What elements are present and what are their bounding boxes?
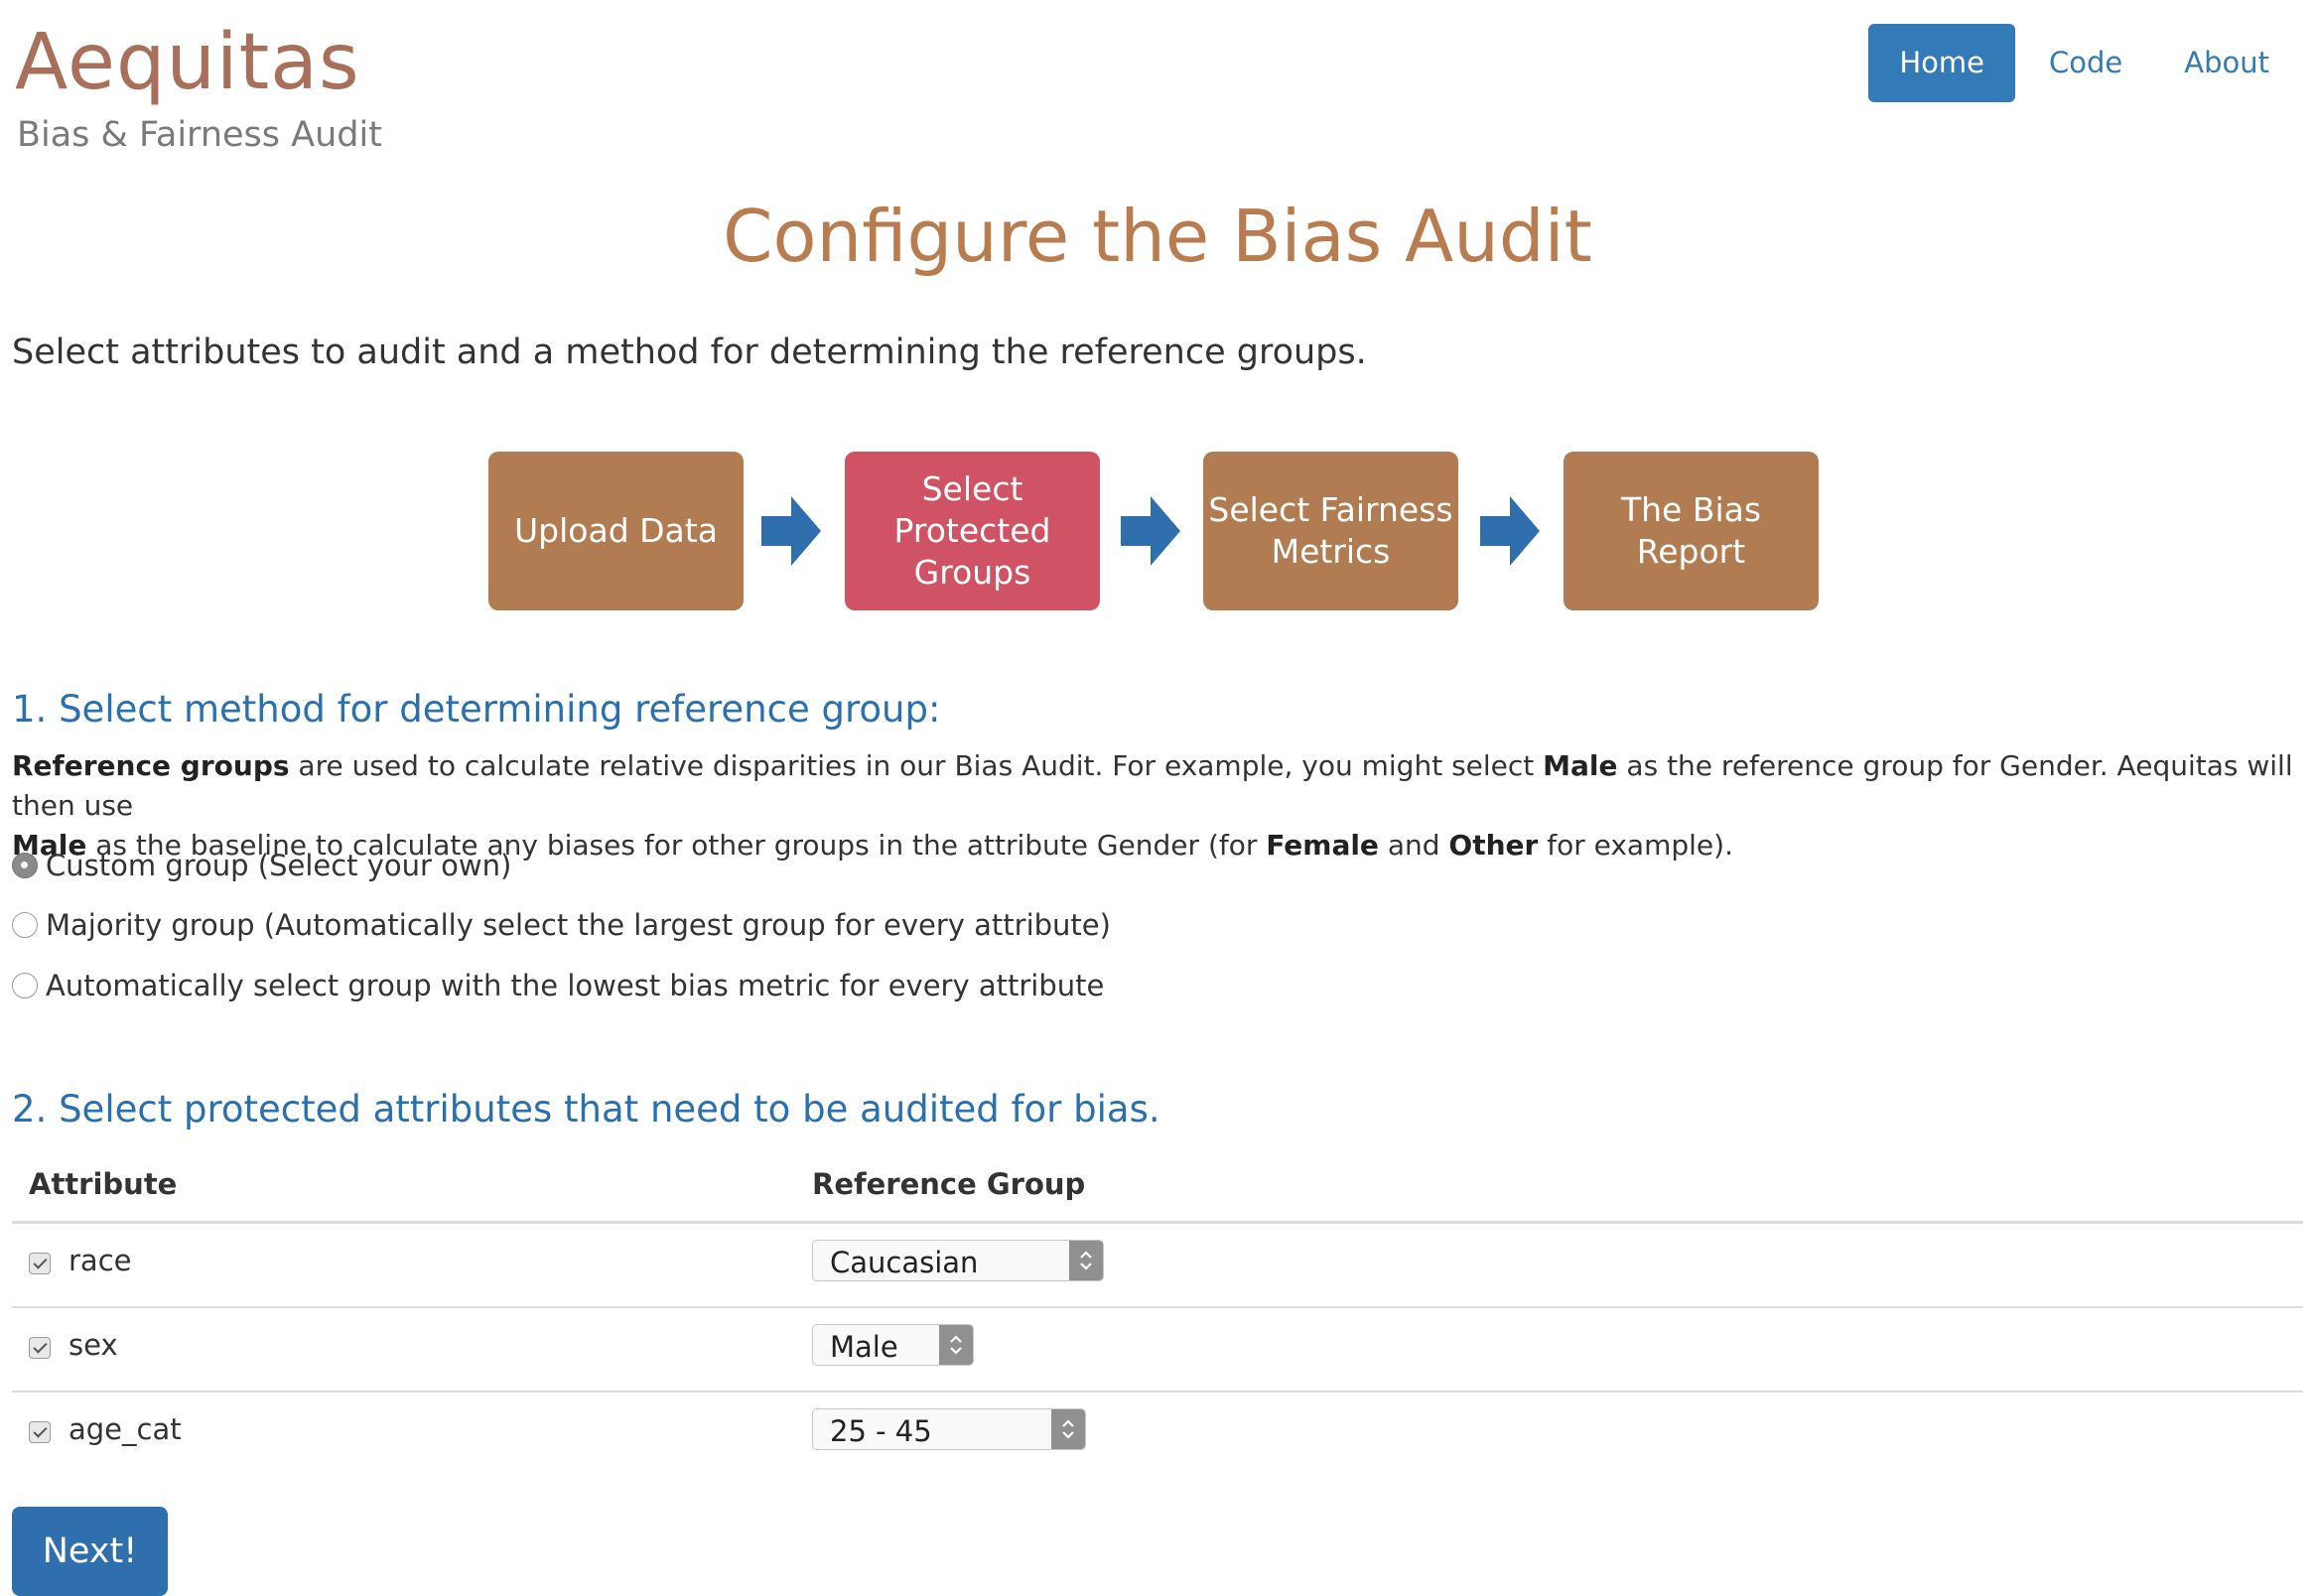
radio-label: Custom group (Select your own) [46,849,512,882]
radio-label: Automatically select group with the lowe… [46,969,1105,1002]
radio-button[interactable] [12,973,38,998]
logo-title: Aequitas [15,18,360,107]
nav-home-button[interactable]: Home [1868,24,2015,102]
reference-group-description: Reference groups are used to calculate r… [12,746,2295,865]
select-value: 25 - 45 [830,1414,932,1448]
arrow-right-icon [1480,496,1540,566]
reference-group-select-sex[interactable]: Male [812,1324,974,1366]
attribute-checkbox-age-cat[interactable] [29,1421,51,1443]
radio-majority-group[interactable]: Majority group (Automatically select the… [12,908,1111,942]
table-row: sex Male [12,1308,2303,1393]
select-value: Male [830,1330,898,1364]
section2-heading: 2. Select protected attributes that need… [12,1088,1160,1130]
desc-bold: Other [1448,829,1539,862]
attribute-checkbox-sex[interactable] [29,1337,51,1359]
radio-lowest-bias-group[interactable]: Automatically select group with the lowe… [12,969,1104,1002]
step-upload-data[interactable]: Upload Data [488,452,744,610]
desc-bold: Male [1543,749,1618,782]
reference-group-select-age-cat[interactable]: 25 - 45 [812,1408,1086,1450]
radio-button[interactable] [12,912,38,938]
step-select-fairness-metrics[interactable]: Select Fairness Metrics [1203,452,1458,610]
select-value: Caucasian [830,1246,979,1279]
radio-button-checked[interactable] [12,853,38,878]
reference-group-select-race[interactable]: Caucasian [812,1240,1104,1281]
page-intro: Select attributes to audit and a method … [12,332,1367,372]
nav-about-link[interactable]: About [2153,24,2300,102]
desc-bold: Female [1266,829,1379,862]
radio-label: Majority group (Automatically select the… [46,908,1111,942]
column-header-attribute: Attribute [29,1167,178,1201]
select-arrows-icon [1051,1409,1085,1449]
table-row: race Caucasian [12,1224,2303,1308]
top-nav: Home Code About [1868,24,2300,102]
attribute-name: age_cat [68,1412,182,1446]
attributes-table: Attribute Reference Group race Caucasian… [12,1151,2303,1475]
select-arrows-icon [1069,1241,1103,1280]
arrow-right-icon [1121,496,1180,566]
attribute-name: sex [68,1328,118,1362]
desc-bold: Reference groups [12,749,290,782]
step-bias-report[interactable]: The Bias Report [1564,452,1819,610]
table-row: age_cat 25 - 45 [12,1393,2303,1475]
desc-text: and [1378,829,1449,862]
nav-code-link[interactable]: Code [2018,24,2153,102]
attribute-checkbox-race[interactable] [29,1253,51,1274]
workflow-steps: Upload Data Select Protected Groups Sele… [488,452,1829,610]
next-button[interactable]: Next! [12,1507,168,1596]
section1-heading: 1. Select method for determining referen… [12,688,941,731]
radio-custom-group[interactable]: Custom group (Select your own) [12,849,511,882]
table-header: Attribute Reference Group [12,1151,2303,1224]
column-header-reference-group: Reference Group [812,1167,1086,1201]
aequitas-logo[interactable]: Aequitas Bias & Fairness Audit [15,22,382,155]
select-arrows-icon [939,1325,973,1365]
desc-text: are used to calculate relative dispariti… [289,749,1544,782]
page-title: Configure the Bias Audit [723,195,1592,278]
arrow-right-icon [761,496,821,566]
desc-text: for example). [1538,829,1733,862]
attribute-name: race [68,1244,132,1277]
logo-subtitle: Bias & Fairness Audit [17,115,382,155]
step-select-protected-groups[interactable]: Select Protected Groups [845,452,1100,610]
